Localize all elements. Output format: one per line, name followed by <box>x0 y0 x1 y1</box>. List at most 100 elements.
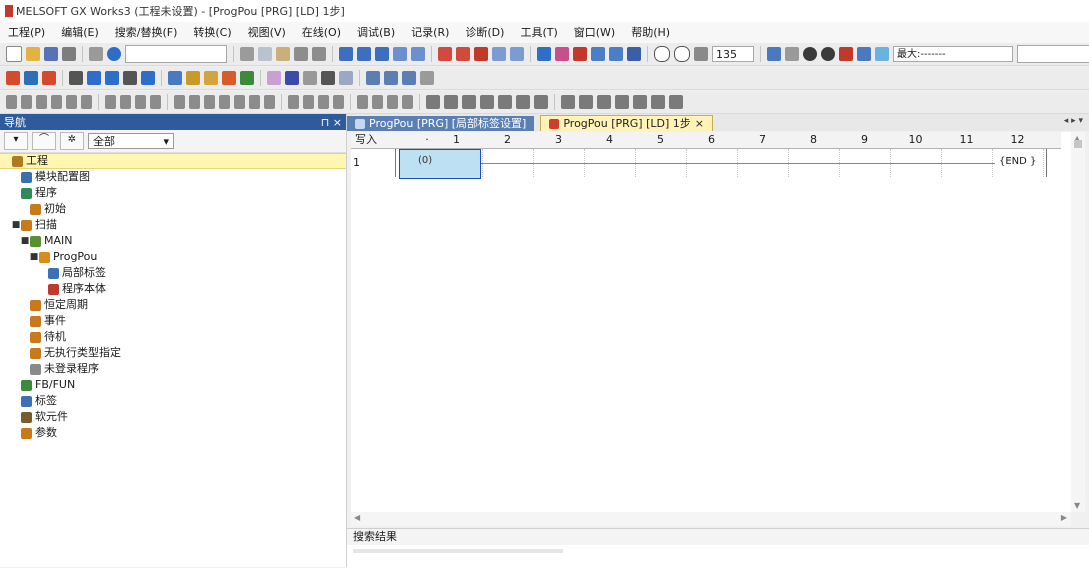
template-icon[interactable] <box>561 95 575 109</box>
device-monitor-icon[interactable] <box>591 47 605 61</box>
menu-item[interactable]: 窗口(W) <box>566 22 623 43</box>
template-next-icon[interactable] <box>597 95 611 109</box>
device-batch-icon[interactable] <box>537 47 551 61</box>
find-icon[interactable] <box>321 71 335 85</box>
tab-ladder[interactable]: ProgPou [PRG] [LD] 1步 × <box>540 115 713 131</box>
open-folder-icon[interactable] <box>26 47 40 61</box>
network-combo[interactable]: 最大:------- <box>893 46 1013 62</box>
verify-plc-icon[interactable] <box>375 47 389 61</box>
window-list-icon[interactable] <box>402 71 416 85</box>
tree-item[interactable]: FB/FUN <box>0 377 346 393</box>
note-icon[interactable] <box>105 71 119 85</box>
expand-toggle-icon[interactable]: ■ <box>11 217 21 233</box>
watch-icon[interactable] <box>573 47 587 61</box>
vline-icon[interactable] <box>120 95 131 109</box>
write-plc-icon[interactable] <box>357 47 371 61</box>
paste-icon[interactable] <box>276 47 290 61</box>
tree-item[interactable]: ■ ProgPou <box>0 249 346 265</box>
menu-item[interactable]: 搜索/替换(F) <box>107 22 186 43</box>
menu-item[interactable]: 工具(T) <box>512 22 565 43</box>
operation-fall-icon[interactable] <box>303 95 314 109</box>
secondary-combo[interactable] <box>1017 45 1089 63</box>
tree-item[interactable]: 参数 <box>0 425 346 441</box>
fb-insert-icon[interactable] <box>333 95 344 109</box>
tree-item[interactable]: 初始 <box>0 201 346 217</box>
menu-item[interactable]: 在线(O) <box>294 22 349 43</box>
vertical-draw-icon[interactable] <box>402 95 413 109</box>
vertical-scrollbar[interactable]: ▲ ▼ <box>1071 132 1085 512</box>
device-memory-icon[interactable] <box>222 71 236 85</box>
tree-item[interactable]: 模块配置图 <box>0 169 346 185</box>
copy-icon[interactable] <box>258 47 272 61</box>
parameter-edit-icon[interactable] <box>168 71 182 85</box>
zoom-out-icon[interactable] <box>674 46 690 62</box>
tree-item[interactable]: 程序 <box>0 185 346 201</box>
tree-item[interactable]: 程序本体 <box>0 281 346 297</box>
step-run-icon[interactable] <box>803 47 817 61</box>
operation-result-icon[interactable] <box>288 95 299 109</box>
nav-filter-dropdown[interactable]: 全部 ▾ <box>88 133 174 149</box>
falling-pulse-icon[interactable] <box>189 95 200 109</box>
comment-icon[interactable] <box>69 71 83 85</box>
print-icon[interactable] <box>62 47 76 61</box>
close-icon[interactable]: × <box>695 116 704 131</box>
rising-pulse-icon[interactable] <box>174 95 185 109</box>
ladder-insert-icon[interactable] <box>6 71 20 85</box>
cut-icon[interactable] <box>240 47 254 61</box>
comment-edit-icon[interactable] <box>633 95 647 109</box>
tree-item[interactable]: 事件 <box>0 313 346 329</box>
read-mode-icon[interactable] <box>462 95 476 109</box>
edit-mode-icon[interactable] <box>444 95 458 109</box>
falling-branch-icon[interactable] <box>219 95 230 109</box>
edit-cursor[interactable] <box>399 149 481 179</box>
nav-settings-icon[interactable]: ✲ <box>60 132 84 150</box>
note-edit-icon[interactable] <box>669 95 683 109</box>
menu-item[interactable]: 帮助(H) <box>623 22 678 43</box>
tree-item[interactable]: 软元件 <box>0 409 346 425</box>
convert-all-icon[interactable] <box>456 47 470 61</box>
end-instruction[interactable]: {END } <box>999 156 1036 167</box>
new-file-icon[interactable] <box>6 46 22 62</box>
inline-st-icon[interactable] <box>318 95 329 109</box>
tab-scroll-icon[interactable]: ◂ ▸ ▾ <box>1064 116 1083 126</box>
open-branch-icon[interactable] <box>36 95 47 109</box>
draw-line-icon[interactable] <box>357 95 368 109</box>
struct-icon[interactable] <box>240 71 254 85</box>
window-tile-icon[interactable] <box>366 71 380 85</box>
branch-line-icon[interactable] <box>387 95 398 109</box>
device-list-icon[interactable] <box>123 71 137 85</box>
scroll-left-icon[interactable]: ◀ <box>354 513 360 522</box>
ladder-block-icon[interactable] <box>516 95 530 109</box>
simulation-icon[interactable] <box>492 47 506 61</box>
zoom-combo[interactable]: 135 <box>712 46 754 62</box>
menu-item[interactable]: 调试(B) <box>349 22 403 43</box>
menu-item[interactable]: 工程(P) <box>0 22 53 43</box>
tab-local-label[interactable]: ProgPou [PRG] [局部标签设置] <box>347 116 535 131</box>
scroll-thumb[interactable] <box>1074 140 1082 148</box>
template-arg-icon[interactable] <box>579 95 593 109</box>
scroll-down-icon[interactable]: ▼ <box>1074 501 1080 510</box>
nav-collapse-icon[interactable]: ⌒ <box>32 132 56 150</box>
column-width-icon[interactable] <box>767 47 781 61</box>
tree-item[interactable]: 工程 <box>0 153 346 169</box>
zoom-fit-icon[interactable] <box>694 47 708 61</box>
statement-icon[interactable] <box>87 71 101 85</box>
horizontal-scrollbar[interactable]: ◀ ▶ <box>351 512 1071 526</box>
network-icon[interactable] <box>875 47 889 61</box>
read-plc-icon[interactable] <box>339 47 353 61</box>
delete-hline-icon[interactable] <box>135 95 146 109</box>
ladder-select-icon[interactable] <box>534 95 548 109</box>
tree-item[interactable]: 无执行类型指定 <box>0 345 346 361</box>
template-prev-icon[interactable] <box>615 95 629 109</box>
window-cascade-icon[interactable] <box>384 71 398 85</box>
menu-item[interactable]: 诊断(D) <box>457 22 512 43</box>
invert-icon[interactable] <box>264 95 275 109</box>
partial-run-icon[interactable] <box>821 47 835 61</box>
scroll-right-icon[interactable]: ▶ <box>1061 513 1067 522</box>
instruction-icon[interactable] <box>81 95 92 109</box>
ladder-row-icon[interactable] <box>42 71 56 85</box>
io-assign-icon[interactable] <box>267 71 281 85</box>
module-list-icon[interactable] <box>285 71 299 85</box>
online-change-icon[interactable] <box>474 47 488 61</box>
tree-item[interactable]: 标签 <box>0 393 346 409</box>
